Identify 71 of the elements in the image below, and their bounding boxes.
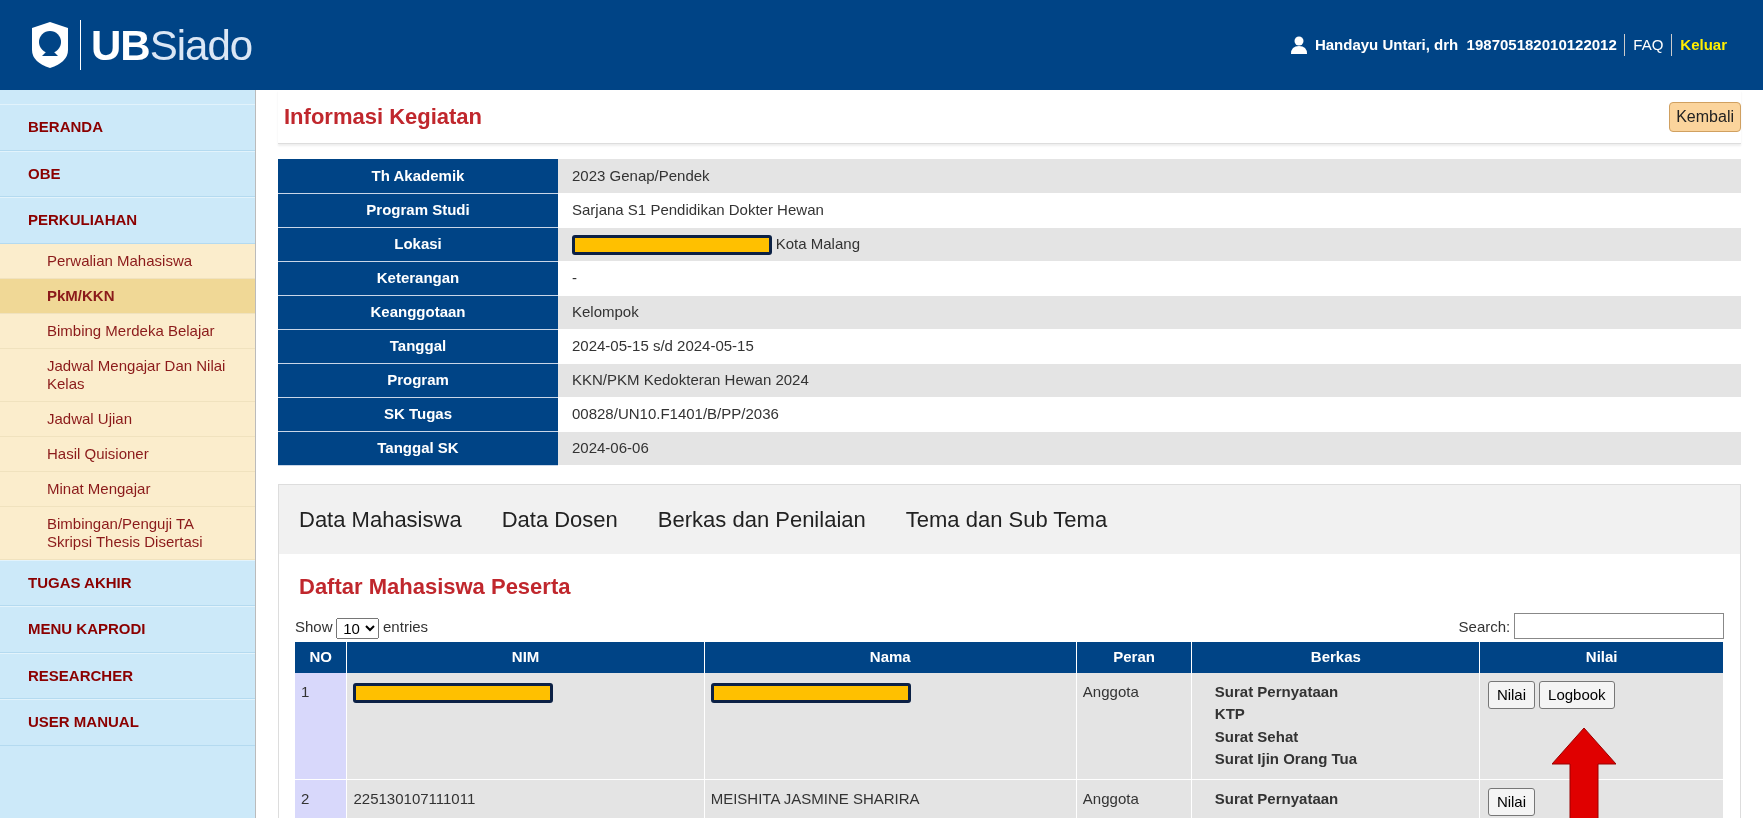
column-header: NIM <box>347 642 705 673</box>
tab[interactable]: Data Mahasiswa <box>279 484 482 554</box>
sidebar-subitem[interactable]: Hasil Quisioner <box>0 436 255 472</box>
sidebar-subitem[interactable]: Perwalian Mahasiswa <box>0 243 255 279</box>
table-cell: 1 <box>295 672 347 780</box>
field-label: Keanggotaan <box>278 295 558 329</box>
table-cell: Anggota <box>1076 779 1192 818</box>
field-value: Kelompok <box>572 302 639 320</box>
field-value: Sarjana S1 Pendidikan Dokter Hewan <box>572 200 824 218</box>
sidebar-subitem[interactable]: Jadwal Mengajar Dan Nilai Kelas <box>0 348 255 402</box>
field-label: Keterangan <box>278 261 558 295</box>
table-button[interactable]: Nilai <box>1487 787 1536 817</box>
tab[interactable]: Berkas dan Penilaian <box>637 484 886 554</box>
sidebar-item[interactable]: OBE <box>0 150 255 197</box>
user-icon <box>1291 36 1308 54</box>
page-title: Informasi Kegiatan <box>284 103 483 131</box>
back-button[interactable]: Kembali <box>1669 101 1741 132</box>
tab[interactable]: Tema dan Sub Tema <box>885 484 1128 554</box>
page-size-select[interactable]: 10 <box>336 617 380 639</box>
field-label: Tanggal <box>278 329 558 363</box>
column-header: Nama <box>704 642 1077 673</box>
table-button[interactable]: Nilai <box>1487 680 1536 710</box>
field-label: Program Studi <box>278 193 558 227</box>
field-label: Th Akademik <box>278 159 558 193</box>
entries-label: entries <box>383 617 429 637</box>
sidebar-item[interactable]: RESEARCHER <box>0 652 255 699</box>
table-cell: Anggota <box>1076 672 1192 780</box>
table-cell: MEISHITA JASMINE SHARIRA <box>710 789 920 807</box>
column-header: Berkas <box>1191 642 1480 673</box>
field-value: - <box>572 268 577 286</box>
field-label: SK Tugas <box>278 397 558 431</box>
sidebar-subitem[interactable]: Bimbingan/Penguji TA Skripsi Thesis Disertasi <box>0 506 255 560</box>
header-link[interactable]: Keluar <box>1671 33 1735 57</box>
field-label: Lokasi <box>278 227 558 261</box>
document-link[interactable]: Surat Ijin Orang Tua <box>1214 748 1474 771</box>
sidebar-subitem[interactable]: PkM/KKN <box>0 278 255 314</box>
arrow-icon <box>1552 728 1616 818</box>
column-header: Nilai <box>1479 642 1724 673</box>
sidebar-subitem[interactable]: Minat Mengajar <box>0 471 255 507</box>
sidebar-item[interactable]: MENU KAPRODI <box>0 606 255 653</box>
header-link[interactable]: FAQ <box>1624 33 1672 57</box>
user-name: Handayu Untari, drh 198705182010122012 <box>1314 34 1617 55</box>
field-value: 00828/UN10.F1401/B/PP/2036 <box>572 404 779 422</box>
table-cell: 2 <box>295 779 347 818</box>
logo-text: Siado <box>149 20 253 71</box>
search-field[interactable] <box>1514 612 1724 639</box>
field-label: Tanggal SK <box>278 431 558 465</box>
sidebar-item[interactable]: BERANDA <box>0 104 255 151</box>
document-link[interactable]: Surat Sehat <box>1214 725 1474 749</box>
sidebar-subitem[interactable]: Bimbing Merdeka Belajar <box>0 313 255 349</box>
show-label: Show <box>295 617 333 637</box>
search-label: Search: <box>1458 617 1511 637</box>
column-header: NO <box>295 642 347 673</box>
document-link[interactable]: Surat Pernyataan <box>1214 680 1474 704</box>
sidebar-item[interactable]: TUGAS AKHIR <box>0 559 255 606</box>
field-value: Kota Malang <box>775 234 860 252</box>
logo-text: UB <box>91 20 150 71</box>
table-button[interactable]: Logbook <box>1539 680 1615 710</box>
field-label: Program <box>278 363 558 397</box>
table-cell: 225130107111011 <box>353 789 476 807</box>
field-value: 2024-05-15 s/d 2024-05-15 <box>572 336 754 354</box>
document-link[interactable]: KTP <box>1214 703 1474 726</box>
section-title: Daftar Mahasiswa Peserta <box>299 572 572 601</box>
field-value: 2023 Genap/Pendek <box>572 166 710 184</box>
sidebar-subitem[interactable]: Jadwal Ujian <box>0 401 255 437</box>
tab[interactable]: Data Dosen <box>481 484 638 554</box>
sidebar-item[interactable]: PERKULIAHAN <box>0 197 255 244</box>
sidebar-item[interactable]: USER MANUAL <box>0 699 255 746</box>
field-value: KKN/PKM Kedokteran Hewan 2024 <box>572 370 809 388</box>
column-header: Peran <box>1076 642 1192 673</box>
field-value: 2024-06-06 <box>572 438 649 456</box>
